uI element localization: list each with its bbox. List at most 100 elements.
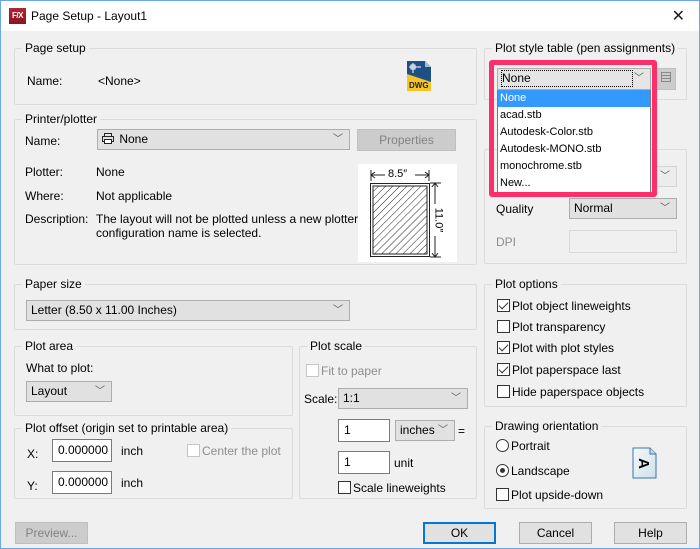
plot-option-label: Plot object lineweights <box>512 299 631 313</box>
quality-value: Normal <box>574 201 613 215</box>
edit-plot-style-button[interactable] <box>656 68 676 90</box>
preview-height-label: 11.0″ <box>432 207 445 233</box>
chevron-down-icon: ﹀ <box>438 425 448 436</box>
drawing-units-input[interactable]: 1 <box>338 451 390 474</box>
scale-select[interactable]: 1:1 ﹀ <box>338 388 468 409</box>
paper-units-input[interactable]: 1 <box>338 419 390 442</box>
where-label: Where: <box>25 189 64 203</box>
units-value: inches <box>400 423 435 437</box>
portrait-radio[interactable]: Portrait <box>496 439 550 453</box>
paper-size-select[interactable]: Letter (8.50 x 11.00 Inches) ﹀ <box>26 300 350 321</box>
portrait-label: Portrait <box>511 439 550 453</box>
fit-to-paper-checkbox[interactable]: Fit to paper <box>306 364 382 378</box>
plot-option-label: Hide paperspace objects <box>512 385 645 399</box>
plot-area-legend: Plot area <box>22 339 77 353</box>
chevron-down-icon: ﹀ <box>451 393 461 404</box>
checkbox-box <box>187 444 200 457</box>
close-icon[interactable]: ✕ <box>672 6 685 26</box>
plot-upside-down-checkbox[interactable]: Plot upside-down <box>496 488 603 502</box>
plot-option-checkbox[interactable]: Plot paperspace last <box>497 363 621 377</box>
checkbox-box <box>497 363 510 376</box>
preview-button[interactable]: Preview... <box>15 522 88 544</box>
printer-name-value: None <box>119 132 149 146</box>
description-line1: The layout will not be plotted unless a … <box>96 212 359 226</box>
quality-label: Quality <box>496 202 534 216</box>
description-label: Description: <box>25 212 89 226</box>
dpi-label: DPI <box>496 235 517 249</box>
chevron-down-icon: ﹀ <box>333 134 343 145</box>
landscape-radio[interactable]: Landscape <box>496 464 570 478</box>
dwg-file-icon: DWG <box>405 60 433 92</box>
unit-label: unit <box>394 456 414 470</box>
paper-preview: 8.5″ 11.0″ <box>358 164 457 262</box>
window-title: Page Setup - Layout1 <box>31 9 148 23</box>
printer-legend: Printer/plotter <box>22 112 101 126</box>
plot-option-checkbox[interactable]: Hide paperspace objects <box>497 385 644 399</box>
landscape-label: Landscape <box>511 464 570 478</box>
plot-option-label: Plot paperspace last <box>512 363 621 377</box>
preview-width-label: 8.5″ <box>388 168 408 180</box>
page-setup-name-label: Name: <box>27 74 63 88</box>
center-plot-checkbox[interactable]: Center the plot <box>187 444 281 458</box>
chevron-down-icon: ﹀ <box>660 203 670 214</box>
plot-option-checkbox[interactable]: Plot with plot styles <box>497 341 614 355</box>
where-value: Not applicable <box>96 189 173 203</box>
printer-name-label: Name: <box>25 134 61 148</box>
checkbox-box <box>306 364 319 377</box>
dwg-label: DWG <box>409 81 429 90</box>
offset-x-label: X: <box>27 447 39 461</box>
chevron-down-icon: ﹀ <box>95 386 105 397</box>
page-setup-legend: Page setup <box>22 41 89 55</box>
properties-button[interactable]: Properties <box>357 129 456 151</box>
help-button[interactable]: Help <box>614 522 687 544</box>
printer-icon <box>102 130 116 149</box>
scale-label: Scale: <box>304 392 338 406</box>
radio-button <box>496 464 509 477</box>
shade-plot-select[interactable]: ﹀ <box>656 166 677 187</box>
offset-x-input[interactable]: 0.000000 <box>52 439 112 462</box>
plot-option-label: Plot transparency <box>512 320 606 334</box>
annotation-highlight-box <box>489 60 657 197</box>
printer-name-select[interactable]: None ﹀ <box>97 129 350 150</box>
offset-y-unit: inch <box>121 476 144 490</box>
checkbox-box <box>497 385 510 398</box>
plot-options-legend: Plot options <box>492 277 561 291</box>
plot-offset-legend: Plot offset (origin set to printable are… <box>22 421 232 435</box>
offset-x-unit: inch <box>121 444 144 458</box>
plotter-value: None <box>96 165 125 179</box>
offset-y-input[interactable]: 0.000000 <box>52 471 112 494</box>
units-select[interactable]: inches ﹀ <box>395 420 455 441</box>
paper-size-value: Letter (8.50 x 11.00 Inches) <box>31 303 177 317</box>
checkbox-box <box>497 341 510 354</box>
plot-style-table-legend: Plot style table (pen assignments) <box>492 41 679 55</box>
checkbox-box <box>496 488 509 501</box>
quality-select[interactable]: Normal ﹀ <box>569 198 677 219</box>
radio-button <box>496 439 509 452</box>
chevron-down-icon: ﹀ <box>333 305 343 316</box>
equals-sign: = <box>458 424 466 438</box>
ok-button[interactable]: OK <box>423 522 496 544</box>
page-setup-dialog: F/X Page Setup - Layout1 ✕ Page setup Na… <box>0 0 700 549</box>
scale-lineweights-label: Scale lineweights <box>353 481 446 495</box>
orientation-letter: A <box>634 458 652 469</box>
fit-to-paper-label: Fit to paper <box>321 364 382 378</box>
plot-option-label: Plot with plot styles <box>512 341 615 355</box>
what-to-plot-select[interactable]: Layout ﹀ <box>26 381 112 402</box>
scale-lineweights-checkbox[interactable]: Scale lineweights <box>338 481 446 495</box>
orientation-legend: Drawing orientation <box>492 419 602 433</box>
paper-size-legend: Paper size <box>22 277 85 291</box>
checkbox-box <box>497 320 510 333</box>
description-line2: configuration name is selected. <box>96 226 262 240</box>
landscape-orientation-icon: A <box>632 447 657 479</box>
chevron-down-icon: ﹀ <box>660 171 670 182</box>
plot-option-checkbox[interactable]: Plot transparency <box>497 320 605 334</box>
what-to-plot-label: What to plot: <box>26 361 94 375</box>
plot-option-checkbox[interactable]: Plot object lineweights <box>497 299 631 313</box>
edit-table-icon <box>660 71 672 85</box>
checkbox-box <box>338 481 351 494</box>
plot-scale-legend: Plot scale <box>307 339 366 353</box>
what-to-plot-value: Layout <box>31 384 68 398</box>
app-icon: F/X <box>9 8 26 24</box>
dpi-input[interactable] <box>569 230 677 253</box>
cancel-button[interactable]: Cancel <box>519 522 592 544</box>
